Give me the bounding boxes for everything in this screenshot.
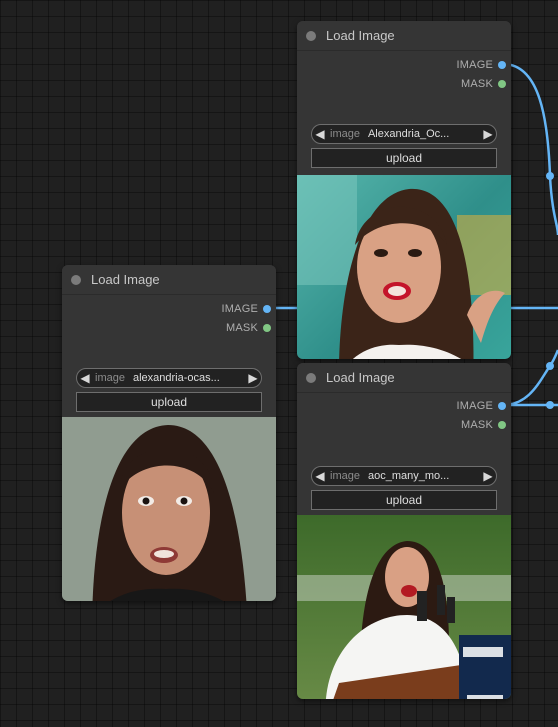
upload-button[interactable]: upload — [311, 490, 497, 510]
output-mask[interactable]: MASK — [461, 417, 511, 433]
output-label: MASK — [461, 419, 493, 431]
link-node3-image-a — [502, 349, 558, 407]
combo-name: image — [330, 470, 360, 482]
upload-button[interactable]: upload — [311, 148, 497, 168]
image-slot-icon[interactable] — [263, 305, 271, 313]
output-image[interactable]: IMAGE — [457, 57, 511, 73]
photo-woman-podium-icon — [297, 515, 511, 699]
combo-name: image — [330, 128, 360, 140]
collapse-toggle-icon[interactable] — [306, 30, 316, 41]
image-slot-icon[interactable] — [498, 402, 506, 410]
combo-next-icon[interactable]: ▶ — [480, 127, 496, 141]
combo-next-icon[interactable]: ▶ — [480, 469, 496, 483]
mask-slot-icon[interactable] — [498, 80, 506, 88]
mask-slot-icon[interactable] — [498, 421, 506, 429]
combo-value: aoc_many_mo... — [367, 470, 450, 482]
output-image[interactable]: IMAGE — [457, 398, 511, 414]
load-image-node-2[interactable]: Load Image IMAGE MASK ◀ image alexandria… — [62, 265, 276, 601]
combo-value: Alexandria_Oc... — [367, 128, 450, 140]
image-slot-icon[interactable] — [498, 61, 506, 69]
photo-woman-speaking-icon — [297, 175, 511, 359]
node-body: IMAGE MASK ◀ image alexandria-ocas... ▶ … — [62, 295, 276, 601]
link-reroute-dot — [546, 172, 554, 180]
output-label: IMAGE — [456, 59, 493, 71]
image-preview — [297, 175, 511, 359]
node-body: IMAGE MASK ◀ image Alexandria_Oc... ▶ up… — [297, 51, 511, 359]
load-image-node-3[interactable]: Load Image IMAGE MASK ◀ image aoc_many_m… — [297, 363, 511, 699]
collapse-toggle-icon[interactable] — [306, 372, 316, 383]
output-label: IMAGE — [221, 303, 258, 315]
node-body: IMAGE MASK ◀ image aoc_many_mo... ▶ uplo… — [297, 393, 511, 699]
combo-prev-icon[interactable]: ◀ — [77, 371, 93, 385]
image-combo[interactable]: ◀ image alexandria-ocas... ▶ — [76, 368, 262, 388]
image-preview — [62, 417, 276, 601]
link-reroute-dot-2 — [546, 362, 554, 370]
node-header[interactable]: Load Image — [62, 265, 276, 295]
output-label: MASK — [461, 78, 493, 90]
output-mask[interactable]: MASK — [226, 320, 276, 336]
output-image[interactable]: IMAGE — [222, 301, 276, 317]
output-label: IMAGE — [456, 400, 493, 412]
combo-next-icon[interactable]: ▶ — [245, 371, 261, 385]
output-mask[interactable]: MASK — [461, 76, 511, 92]
image-combo[interactable]: ◀ image Alexandria_Oc... ▶ — [311, 124, 497, 144]
link-reroute-dot-3 — [546, 401, 554, 409]
collapse-toggle-icon[interactable] — [71, 274, 81, 285]
output-label: MASK — [226, 322, 258, 334]
combo-name: image — [95, 372, 125, 384]
load-image-node-1[interactable]: Load Image IMAGE MASK ◀ image Alexandria… — [297, 21, 511, 359]
mask-slot-icon[interactable] — [263, 324, 271, 332]
node-title: Load Image — [326, 370, 395, 385]
node-header[interactable]: Load Image — [297, 21, 511, 51]
node-header[interactable]: Load Image — [297, 363, 511, 393]
combo-prev-icon[interactable]: ◀ — [312, 127, 328, 141]
combo-value: alexandria-ocas... — [132, 372, 220, 384]
upload-button[interactable]: upload — [76, 392, 262, 412]
link-node1-image — [502, 62, 558, 236]
image-preview — [297, 515, 511, 699]
node-title: Load Image — [326, 28, 395, 43]
combo-prev-icon[interactable]: ◀ — [312, 469, 328, 483]
node-title: Load Image — [91, 272, 160, 287]
photo-woman-closeup-icon — [62, 417, 276, 601]
image-combo[interactable]: ◀ image aoc_many_mo... ▶ — [311, 466, 497, 486]
